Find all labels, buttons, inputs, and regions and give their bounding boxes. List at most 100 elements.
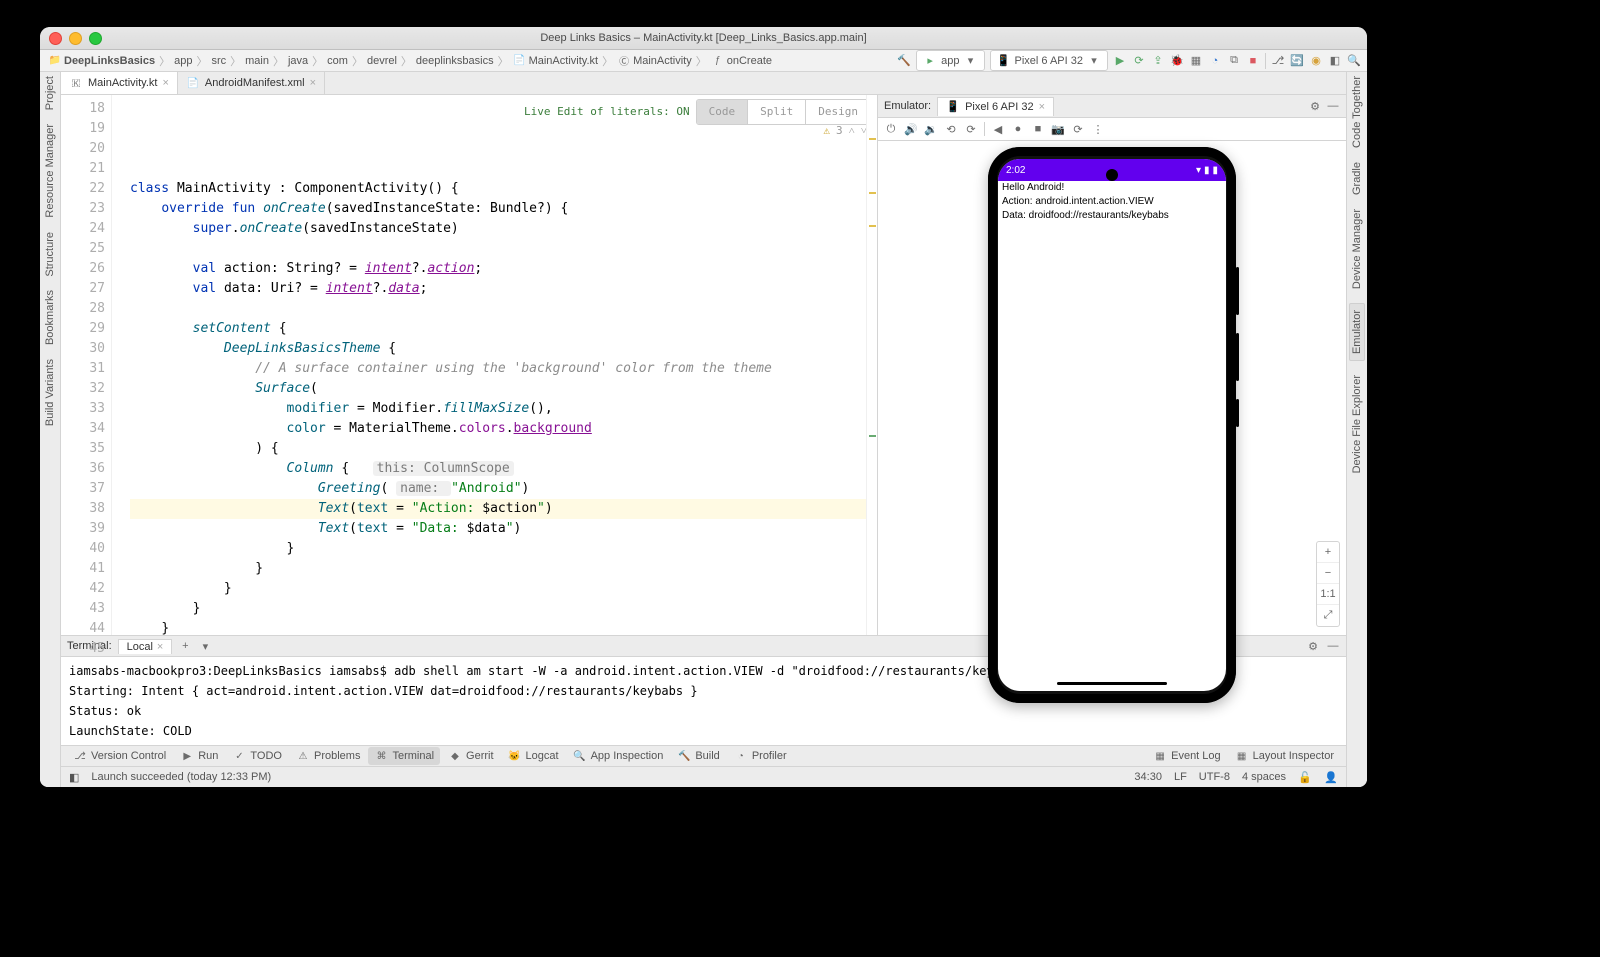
breadcrumb-segment[interactable]: deeplinksbasics	[416, 55, 494, 67]
file-encoding[interactable]: UTF-8	[1199, 771, 1230, 783]
stop-icon[interactable]: ■	[1246, 54, 1260, 68]
code-line[interactable]: Column { this: ColumnScope	[130, 459, 877, 479]
breadcrumb-segment[interactable]: ƒonCreate	[711, 54, 772, 68]
rotate-right-icon[interactable]: ⟳	[964, 122, 978, 136]
close-icon[interactable]: ×	[157, 641, 163, 653]
zoom-controls[interactable]: + − 1:1 ⤢	[1316, 541, 1340, 627]
toolwindow-button[interactable]: 🔨Build	[671, 747, 725, 765]
code-line[interactable]: // A surface container using the 'backgr…	[130, 359, 877, 379]
close-icon[interactable]: ×	[162, 77, 168, 89]
toolwindow-button[interactable]: ⎇Version Control	[67, 747, 172, 765]
code-line[interactable]: modifier = Modifier.fillMaxSize(),	[130, 399, 877, 419]
indent-label[interactable]: 4 spaces	[1242, 771, 1286, 783]
inspection-profile-icon[interactable]: 👤	[1324, 770, 1338, 784]
left-tool-stripe[interactable]: ProjectResource ManagerStructureBookmark…	[40, 72, 61, 787]
rotate-left-icon[interactable]: ⟲	[944, 122, 958, 136]
coverage-icon[interactable]: ▦	[1189, 54, 1203, 68]
side-stripe-button[interactable]: Structure	[44, 232, 56, 277]
record-icon[interactable]: ⟳	[1071, 122, 1085, 136]
code-line[interactable]: }	[130, 619, 877, 635]
volume-up-icon[interactable]: 🔊	[904, 122, 918, 136]
gear-icon[interactable]: ⚙	[1306, 639, 1320, 653]
toolwindow-button[interactable]: ▦Layout Inspector	[1229, 747, 1340, 765]
power-icon[interactable]: ⏻	[884, 122, 898, 136]
device-selector[interactable]: 📱 Pixel 6 API 32 ▾	[990, 50, 1109, 71]
side-stripe-button[interactable]: Device Manager	[1351, 209, 1363, 289]
toolwindow-button[interactable]: ⚠Problems	[290, 747, 366, 765]
code-line[interactable]: super.onCreate(savedInstanceState)	[130, 219, 877, 239]
toolwindow-button[interactable]: ▦Event Log	[1147, 747, 1227, 765]
sync-icon[interactable]: 🔄	[1290, 54, 1304, 68]
toolwindow-button[interactable]: ⌘Terminal	[368, 747, 440, 765]
minimize-icon[interactable]: —	[1326, 99, 1340, 113]
search-icon[interactable]: 🔍	[1347, 54, 1361, 68]
right-tool-stripe[interactable]: Code TogetherGradleDevice ManagerEmulato…	[1346, 72, 1367, 787]
side-stripe-button[interactable]: Code Together	[1351, 76, 1363, 148]
emulator-surface[interactable]: 2:02 ▾ ▮ ▮ Hello Android!Action: android…	[878, 141, 1346, 635]
run-icon[interactable]: ▶	[1113, 54, 1127, 68]
code-line[interactable]: ) {	[130, 439, 877, 459]
close-icon[interactable]: ×	[1039, 101, 1045, 113]
code-line[interactable]: }	[130, 599, 877, 619]
code-line[interactable]: val data: Uri? = intent?.data;	[130, 279, 877, 299]
side-stripe-button[interactable]: Device File Explorer	[1351, 375, 1363, 473]
attach-debugger-icon[interactable]: ⧉	[1227, 54, 1241, 68]
terminal-tab[interactable]: Local ×	[118, 639, 173, 654]
code-line[interactable]: Text(text = "Data: $data")	[130, 519, 877, 539]
code-line[interactable]: setContent {	[130, 319, 877, 339]
editor-tab[interactable]: 🇰MainActivity.kt×	[61, 72, 178, 94]
caret-position[interactable]: 34:30	[1134, 771, 1162, 783]
breadcrumb-segment[interactable]: ⒸMainActivity	[617, 54, 692, 68]
side-stripe-button[interactable]: Gradle	[1351, 162, 1363, 195]
breadcrumb-segment[interactable]: 📄MainActivity.kt	[513, 54, 598, 68]
code-line[interactable]: override fun onCreate(savedInstanceState…	[130, 199, 877, 219]
code-line[interactable]: class MainActivity : ComponentActivity()…	[130, 179, 877, 199]
code-area[interactable]: Live Edit of literals: ON Code Split Des…	[126, 95, 877, 635]
code-line[interactable]: Surface(	[130, 379, 877, 399]
close-icon[interactable]: ×	[310, 77, 316, 89]
code-line[interactable]: Text(text = "Action: $action")	[130, 499, 877, 519]
apply-code-icon[interactable]: ⇪	[1151, 54, 1165, 68]
code-line[interactable]: }	[130, 539, 877, 559]
bottom-tool-stripe[interactable]: ⎇Version Control▶Run✓TODO⚠Problems⌘Termi…	[61, 745, 1346, 766]
breadcrumb-segment[interactable]: java	[288, 55, 308, 67]
zoom-fit-icon[interactable]: ⤢	[1317, 605, 1339, 626]
breadcrumb-segment[interactable]: app	[174, 55, 192, 67]
editor-tab[interactable]: 📄AndroidManifest.xml×	[178, 72, 325, 94]
gear-icon[interactable]: ⚙	[1308, 99, 1322, 113]
code-line[interactable]	[130, 299, 877, 319]
profile-icon[interactable]: ◔	[1208, 54, 1222, 68]
code-line[interactable]: }	[130, 579, 877, 599]
breadcrumb[interactable]: 📁DeepLinksBasics〉app〉src〉main〉java〉com〉d…	[48, 53, 772, 69]
minimize-window-icon[interactable]	[69, 32, 82, 45]
zoom-in-icon[interactable]: +	[1317, 542, 1339, 563]
breadcrumb-segment[interactable]: main	[245, 55, 269, 67]
zoom-window-icon[interactable]	[89, 32, 102, 45]
run-config-selector[interactable]: ▸ app ▾	[916, 50, 984, 71]
code-editor[interactable]: 1819202122232425262728293031323334353637…	[61, 95, 878, 635]
inspection-widget[interactable]: Live Edit of literals: ON Code Split Des…	[524, 99, 871, 125]
read-only-icon[interactable]: 🔓	[1298, 770, 1312, 784]
volume-down-icon[interactable]: 🔉	[924, 122, 938, 136]
emulator-device-tab[interactable]: 📱 Pixel 6 API 32 ×	[937, 97, 1054, 116]
more-icon[interactable]: ⋮	[1091, 122, 1105, 136]
nav-bar-handle[interactable]	[1057, 682, 1167, 685]
apply-changes-icon[interactable]: ⟳	[1132, 54, 1146, 68]
toolwindow-button[interactable]: ◔Profiler	[728, 747, 793, 765]
side-stripe-button[interactable]: Bookmarks	[44, 290, 56, 345]
back-icon[interactable]: ◀	[991, 122, 1005, 136]
error-stripe[interactable]	[866, 95, 877, 635]
line-separator[interactable]: LF	[1174, 771, 1187, 783]
home-icon[interactable]: ●	[1011, 122, 1025, 136]
code-line[interactable]	[130, 239, 877, 259]
git-icon[interactable]: ⎇	[1271, 54, 1285, 68]
chevron-down-icon[interactable]: ▾	[198, 639, 212, 653]
toolwindow-button[interactable]: 🔍App Inspection	[567, 747, 670, 765]
code-line[interactable]: Greeting( name: "Android")	[130, 479, 877, 499]
side-stripe-button[interactable]: Project	[44, 76, 56, 110]
toolwindow-button[interactable]: ◆Gerrit	[442, 747, 500, 765]
toolwindow-button[interactable]: ✓TODO	[226, 747, 288, 765]
chevron-up-icon[interactable]: ˄	[849, 121, 855, 141]
breadcrumb-segment[interactable]: devrel	[367, 55, 397, 67]
sdk-manager-icon[interactable]: ◧	[1328, 54, 1342, 68]
